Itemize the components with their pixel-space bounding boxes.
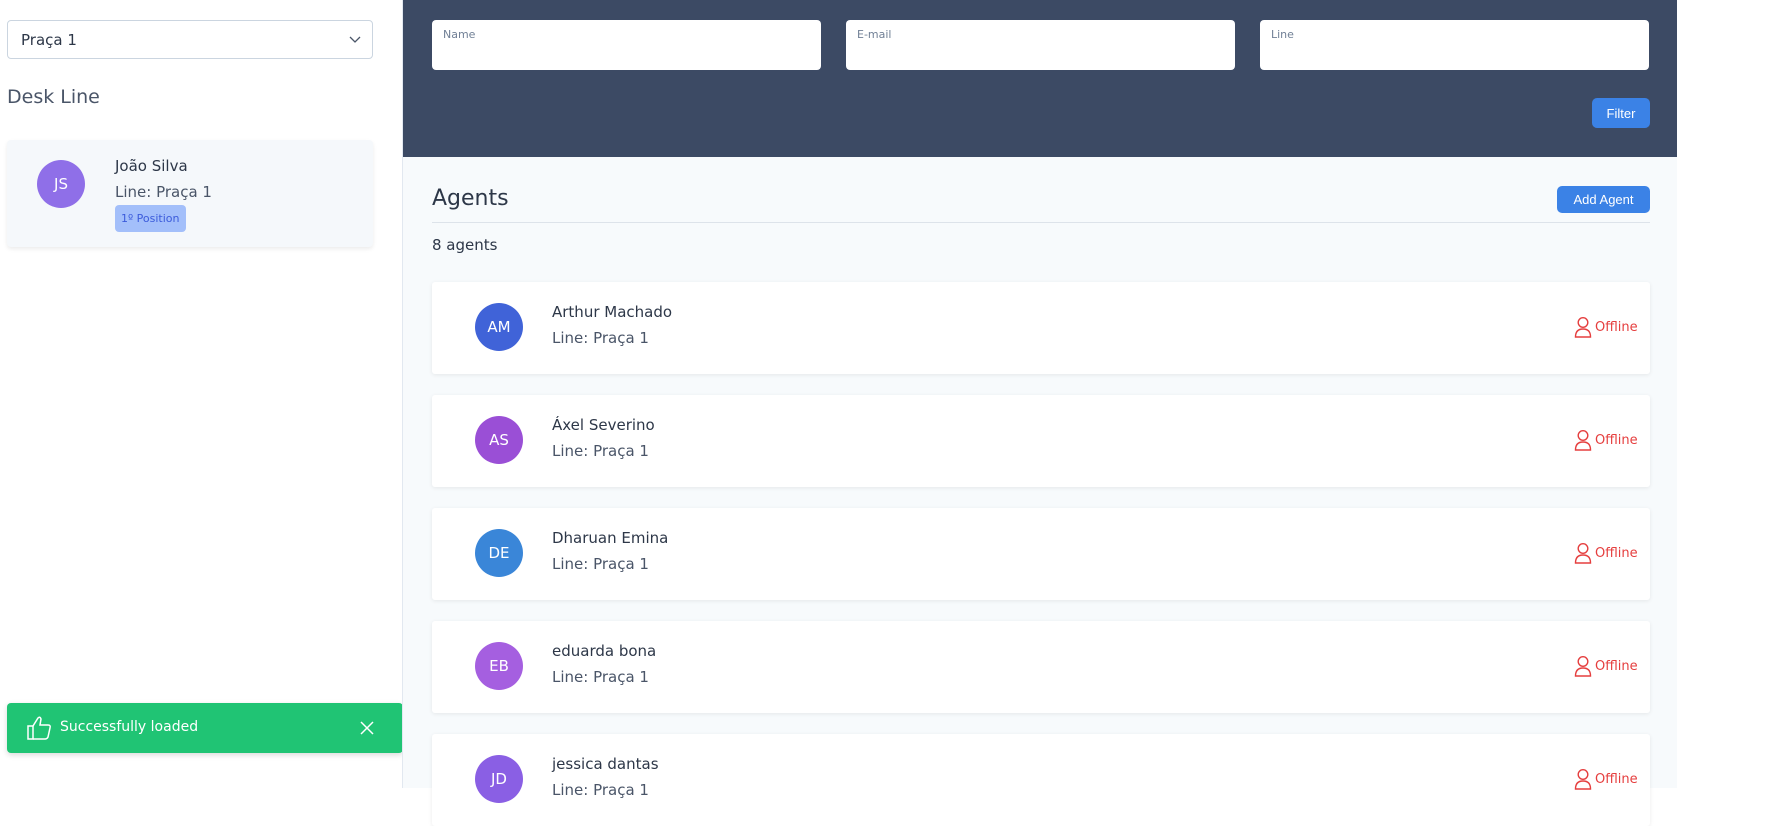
chevron-down-icon	[349, 36, 361, 43]
agent-line: Line: Praça 1	[552, 442, 649, 460]
email-field[interactable]: E-mail	[846, 20, 1235, 70]
status-badge: Offline	[1574, 429, 1638, 451]
user-icon	[1574, 316, 1592, 338]
page-margin	[1677, 0, 1770, 788]
user-icon	[1574, 429, 1592, 451]
agent-line: Line: Praça 1	[552, 329, 649, 347]
list-item[interactable]: EB eduarda bona Line: Praça 1 Offline	[432, 621, 1650, 713]
status-badge: Offline	[1574, 542, 1638, 564]
agent-count: 8 agents	[432, 236, 498, 254]
status-text: Offline	[1595, 771, 1638, 787]
agent-name: Dharuan Emina	[552, 529, 669, 547]
line-select-value: Praça 1	[21, 30, 77, 49]
desk-agent-name: João Silva	[115, 157, 188, 175]
avatar: AM	[475, 303, 523, 351]
avatar: AS	[475, 416, 523, 464]
name-field-label: Name	[443, 28, 476, 41]
list-item[interactable]: DE Dharuan Emina Line: Praça 1 Offline	[432, 508, 1650, 600]
user-icon	[1574, 542, 1592, 564]
close-icon[interactable]	[359, 720, 375, 736]
status-text: Offline	[1595, 319, 1638, 335]
line-select[interactable]: Praça 1	[7, 20, 373, 59]
avatar: JD	[475, 755, 523, 803]
avatar: JS	[37, 160, 85, 208]
agent-line: Line: Praça 1	[552, 555, 649, 573]
add-agent-button[interactable]: Add Agent	[1557, 186, 1650, 213]
agent-name: Áxel Severino	[552, 416, 655, 434]
status-badge: Offline	[1574, 768, 1638, 790]
status-text: Offline	[1595, 658, 1638, 674]
agent-line: Line: Praça 1	[552, 781, 649, 799]
thumbs-up-icon	[27, 716, 51, 740]
line-field[interactable]: Line	[1260, 20, 1649, 70]
status-badge: Offline	[1574, 316, 1638, 338]
avatar: EB	[475, 642, 523, 690]
desk-agent-line: Line: Praça 1	[115, 183, 212, 201]
filter-bar: Name E-mail Line Filter	[403, 0, 1678, 157]
list-item[interactable]: AM Arthur Machado Line: Praça 1 Offline	[432, 282, 1650, 374]
name-field[interactable]: Name	[432, 20, 821, 70]
sidebar: Praça 1 Desk Line JS João Silva Line: Pr…	[0, 0, 403, 788]
avatar: DE	[475, 529, 523, 577]
user-icon	[1574, 655, 1592, 677]
status-text: Offline	[1595, 432, 1638, 448]
email-field-label: E-mail	[857, 28, 892, 41]
agent-name: jessica dantas	[552, 755, 659, 773]
position-badge: 1º Position	[115, 205, 186, 232]
agent-name: eduarda bona	[552, 642, 657, 660]
agent-name: Arthur Machado	[552, 303, 673, 321]
toast-message: Successfully loaded	[60, 719, 199, 735]
main-content: Name E-mail Line Filter Agents Add Agent…	[402, 0, 1678, 826]
status-text: Offline	[1595, 545, 1638, 561]
desk-agent-card: JS João Silva Line: Praça 1 1º Position	[7, 140, 373, 247]
filter-button[interactable]: Filter	[1592, 98, 1650, 128]
divider	[432, 222, 1650, 223]
line-field-label: Line	[1271, 28, 1294, 41]
list-item[interactable]: JD jessica dantas Line: Praça 1 Offline	[432, 734, 1650, 826]
list-item[interactable]: AS Áxel Severino Line: Praça 1 Offline	[432, 395, 1650, 487]
agent-line: Line: Praça 1	[552, 668, 649, 686]
toast-notification: Successfully loaded	[7, 703, 403, 753]
page-title: Agents	[432, 186, 509, 211]
status-badge: Offline	[1574, 655, 1638, 677]
desk-line-title: Desk Line	[7, 86, 100, 108]
user-icon	[1574, 768, 1592, 790]
